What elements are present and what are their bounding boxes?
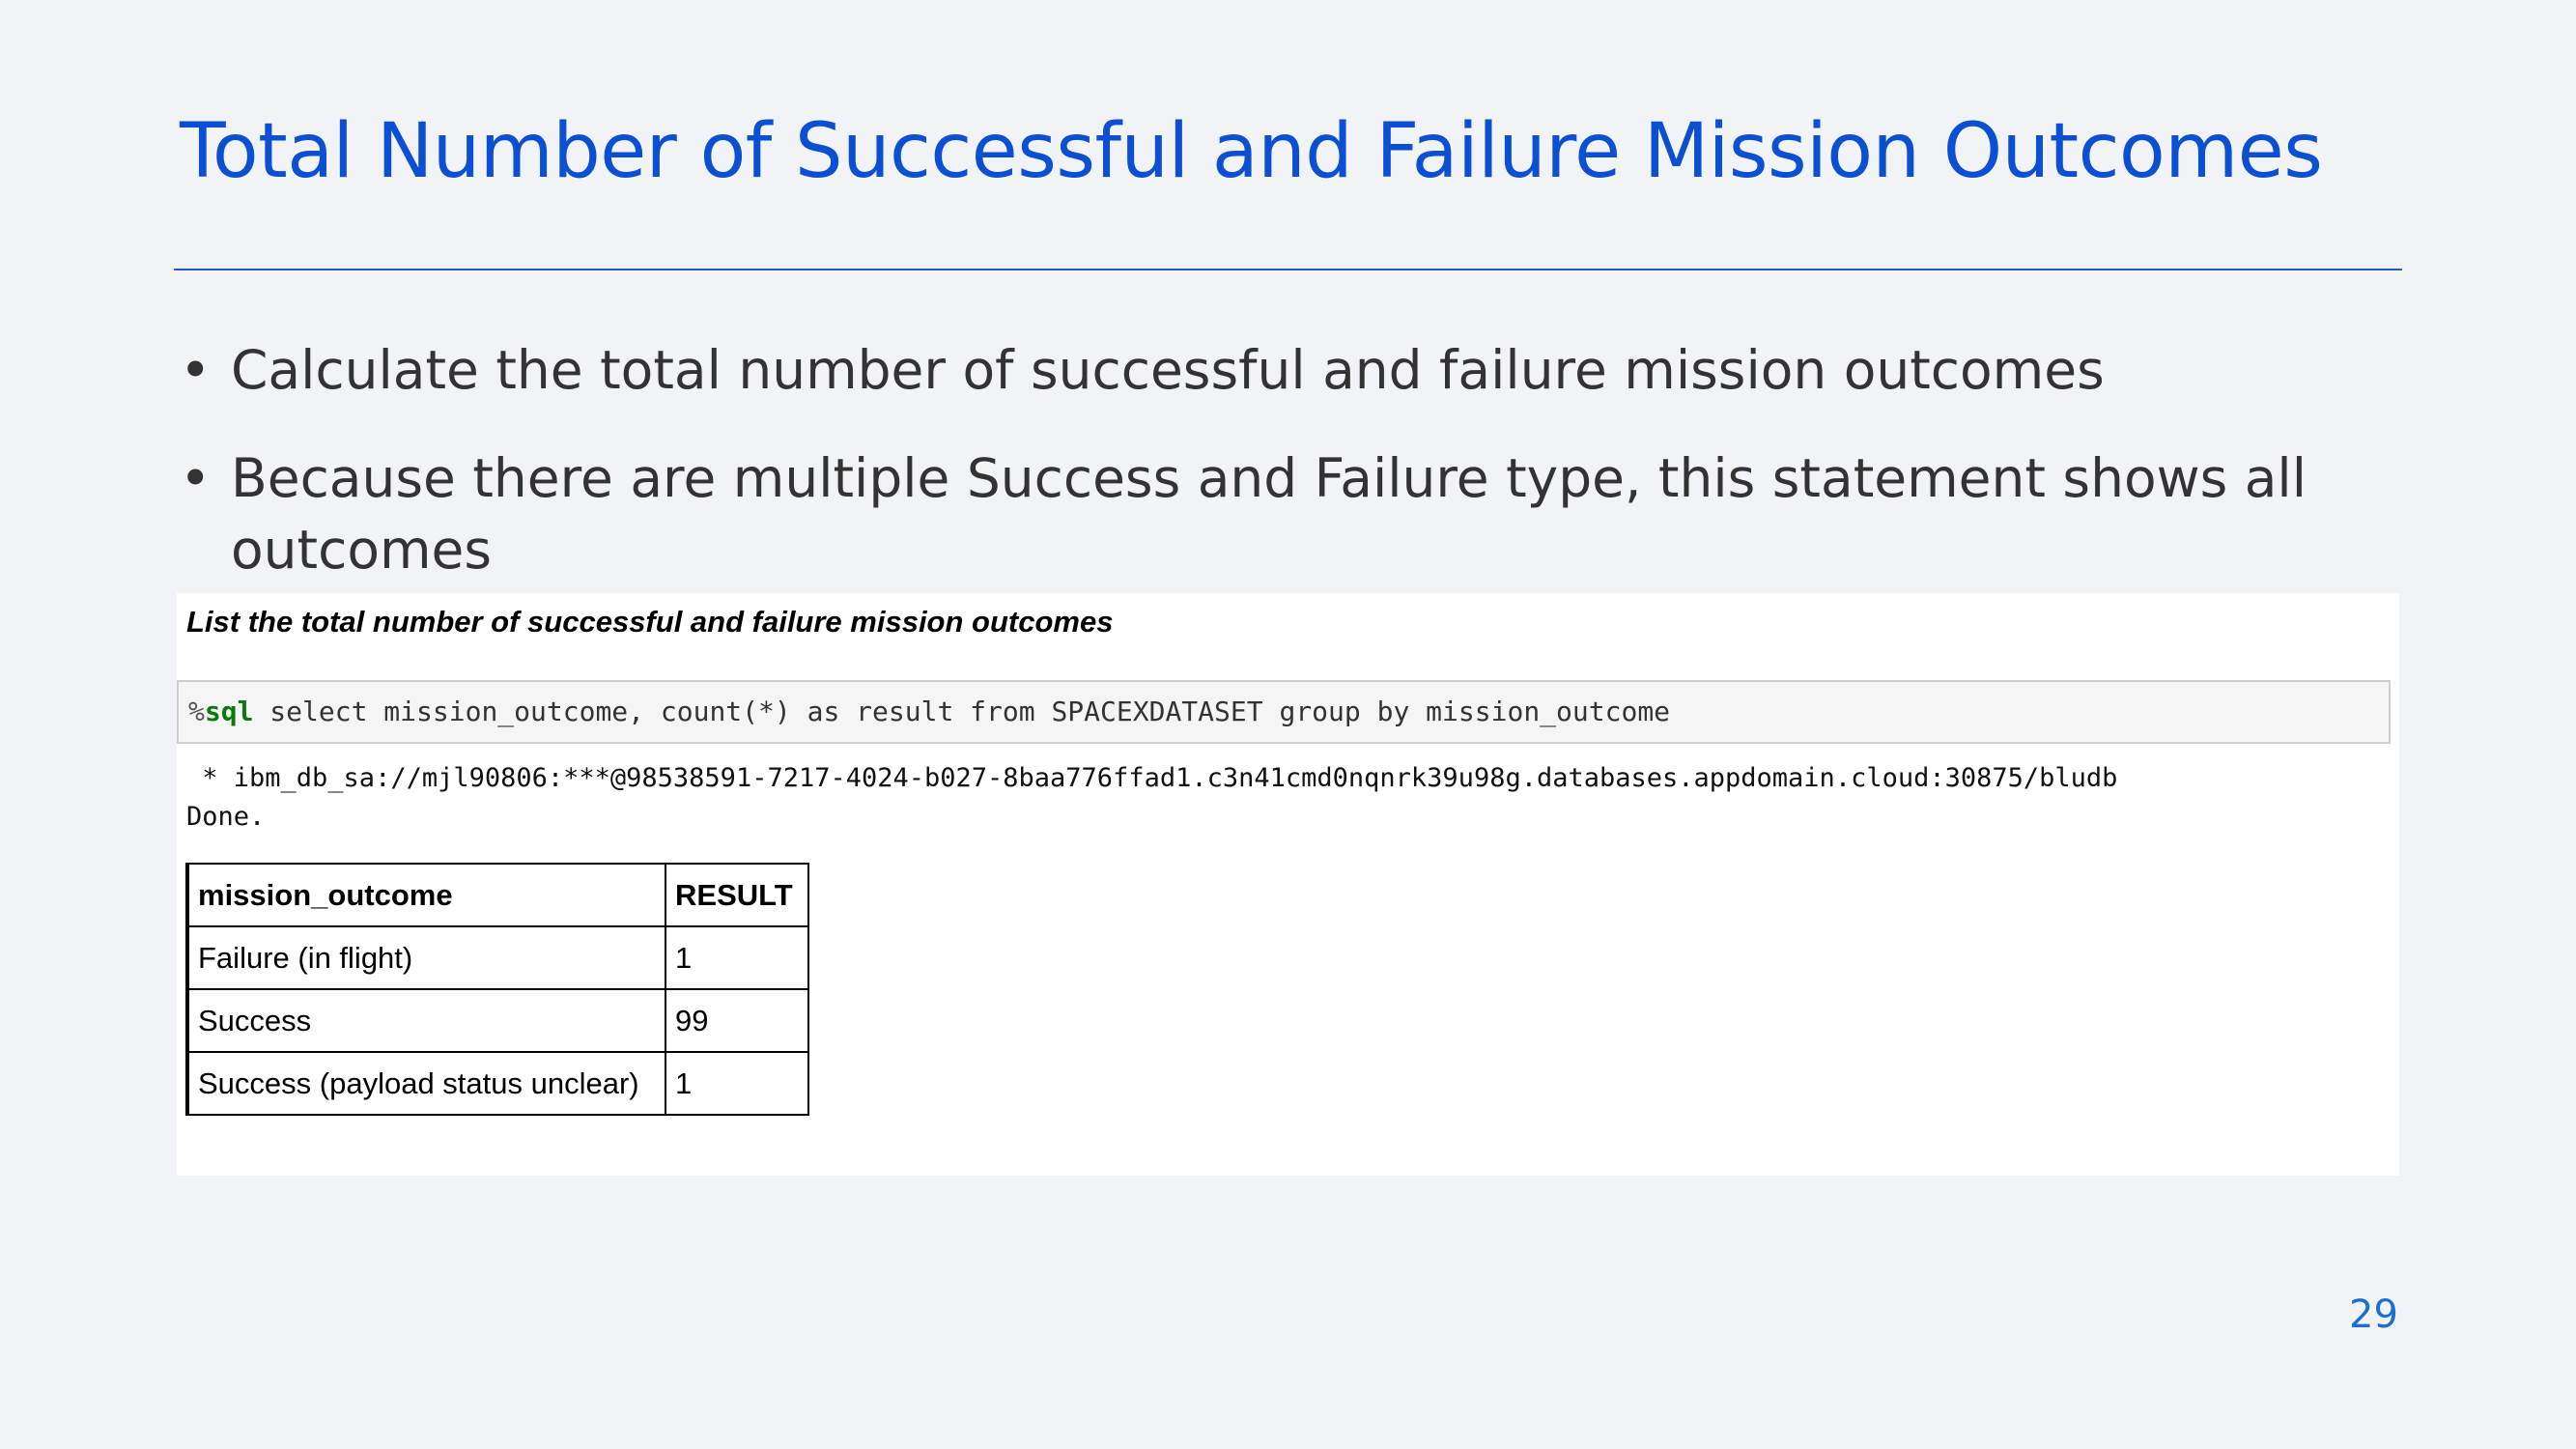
result-cell: 99 (665, 988, 809, 1053)
sql-magic-keyword: sql (204, 696, 254, 727)
mission-outcome-cell: Failure (in flight) (185, 925, 666, 990)
bullet-text: Calculate the total number of successful… (231, 339, 2105, 401)
output-status: Done. (186, 802, 266, 832)
bullet-list: • Calculate the total number of successf… (180, 334, 2382, 622)
bullet-dot: • (180, 339, 212, 401)
sql-code-cell[interactable]: %sql select mission_outcome, count(*) as… (177, 680, 2391, 744)
bullet-item: • Calculate the total number of successf… (180, 334, 2382, 406)
column-header-mission-outcome: mission_outcome (185, 863, 666, 927)
connection-string: * ibm_db_sa://mjl90806:***@98538591-7217… (186, 763, 2118, 793)
column-header-result: RESULT (665, 863, 809, 927)
bullet-dot: • (180, 447, 212, 509)
cell-output: * ibm_db_sa://mjl90806:***@98538591-7217… (186, 759, 2117, 837)
magic-prefix: % (188, 696, 205, 727)
slide-title: Total Number of Successful and Failure M… (180, 108, 2323, 195)
result-table: mission_outcome RESULT Failure (in fligh… (185, 863, 809, 1116)
slide: Total Number of Successful and Failure M… (0, 0, 2576, 1449)
table-row: Success (payload status unclear) 1 (185, 1051, 809, 1116)
sql-query-text: select mission_outcome, count(*) as resu… (253, 696, 1671, 727)
title-divider (174, 269, 2402, 270)
notebook-heading: List the total number of successful and … (186, 605, 1114, 639)
page-number: 29 (2349, 1293, 2398, 1337)
notebook-screenshot: List the total number of successful and … (177, 593, 2399, 1176)
bullet-item: • Because there are multiple Success and… (180, 442, 2382, 585)
result-cell: 1 (665, 925, 809, 990)
table-row: Success 99 (185, 988, 809, 1053)
table-row: Failure (in flight) 1 (185, 925, 809, 990)
table-header-row: mission_outcome RESULT (185, 863, 809, 927)
bullet-text: Because there are multiple Success and F… (231, 447, 2307, 581)
mission-outcome-cell: Success (185, 988, 666, 1053)
mission-outcome-cell: Success (payload status unclear) (185, 1051, 666, 1116)
result-cell: 1 (665, 1051, 809, 1116)
